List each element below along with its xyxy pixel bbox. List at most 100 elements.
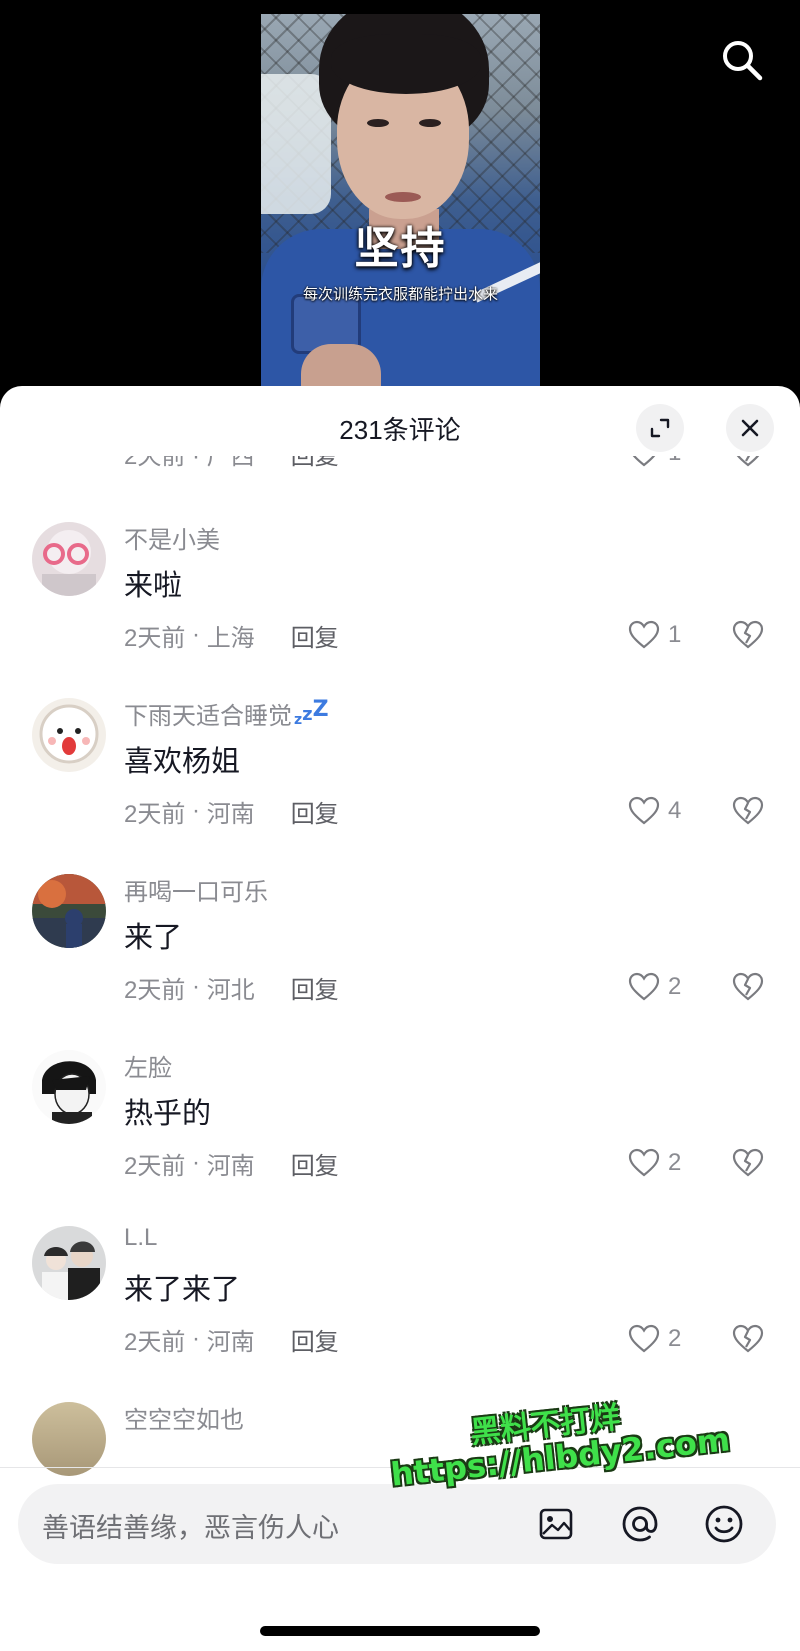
dislike-button[interactable]	[730, 618, 766, 652]
avatar[interactable]	[32, 698, 106, 772]
comment-item[interactable]: 不是小美 来啦 2天前 · 上海 回复 1	[0, 522, 800, 698]
comment-location: 河南	[206, 1152, 255, 1180]
comment-username[interactable]: 左脸	[124, 1048, 172, 1083]
broken-heart-icon	[732, 972, 764, 1001]
broken-heart-icon	[736, 456, 760, 467]
heart-outline-icon	[628, 1324, 660, 1353]
meta-separator: ·	[185, 973, 207, 1000]
comment-location: 河南	[206, 1328, 255, 1356]
avatar[interactable]	[32, 1050, 106, 1124]
comment-username[interactable]: 下雨天适合睡觉 zzZ	[124, 696, 329, 731]
image-icon	[539, 1508, 573, 1540]
search-icon	[723, 41, 763, 81]
avatar[interactable]	[32, 1226, 106, 1300]
search-button[interactable]	[718, 36, 766, 84]
mention-button[interactable]	[618, 1502, 662, 1546]
avatar[interactable]	[32, 522, 106, 596]
reply-button[interactable]: 回复	[291, 1322, 339, 1357]
dislike-button[interactable]	[730, 1322, 766, 1356]
comment-username[interactable]: 不是小美	[124, 520, 220, 555]
heart-outline-icon	[628, 620, 660, 649]
comment-item[interactable]: L.L 来了来了 2天前 · 河南 回复 2	[0, 1224, 800, 1402]
comment-meta: 2天前 · 河南 回复	[124, 794, 339, 828]
broken-heart-icon	[732, 1148, 764, 1177]
comment-time-location: 2天前 · 广西	[124, 456, 255, 470]
close-icon	[741, 419, 759, 437]
comment-meta: 2天前 · 河北 回复	[124, 970, 339, 1004]
dislike-button[interactable]	[730, 794, 766, 828]
like-button[interactable]: 2	[628, 1322, 681, 1356]
like-button[interactable]: 2	[628, 970, 681, 1004]
like-count: 2	[668, 1149, 682, 1176]
avatar[interactable]	[32, 874, 106, 948]
comment-username[interactable]: L.L	[124, 1224, 157, 1252]
dislike-button[interactable]	[730, 1146, 766, 1180]
comment-text: 来了	[124, 922, 183, 954]
comment-input-placeholder[interactable]: 善语结善缘，恶言伤人心	[42, 1506, 339, 1545]
video-eye-left	[367, 119, 389, 127]
comment-location: 河南	[206, 800, 255, 828]
comment-username-text: 下雨天适合睡觉	[124, 703, 292, 730]
heart-outline-icon	[628, 972, 660, 1001]
reply-button[interactable]: 回复	[291, 1146, 339, 1181]
emoji-button[interactable]	[702, 1502, 746, 1546]
image-button[interactable]	[534, 1502, 578, 1546]
emoji-icon	[705, 1505, 743, 1543]
reply-button[interactable]: 回复	[291, 618, 339, 653]
like-count: 4	[668, 797, 682, 824]
like-button[interactable]: 1	[628, 456, 681, 470]
broken-heart-icon	[732, 1324, 764, 1353]
video-player[interactable]: 坚持 每次训练完衣服都能拧出水来	[0, 0, 800, 400]
comment-time: 2天前	[124, 800, 186, 828]
avatar[interactable]	[32, 1402, 106, 1476]
comment-item[interactable]: 再喝一口可乐 来了 2天前 · 河北 回复 2	[0, 874, 800, 1050]
comment-text: 来啦	[124, 570, 183, 602]
video-frame: 坚持 每次训练完衣服都能拧出水来	[261, 14, 540, 400]
dislike-button[interactable]	[730, 970, 766, 1004]
meta-separator: ·	[185, 1149, 207, 1176]
comment-time: 2天前	[124, 976, 186, 1004]
comment-item[interactable]: 左脸 热乎的 2天前 · 河南 回复 2	[0, 1050, 800, 1226]
reply-button[interactable]: 回复	[291, 794, 339, 829]
video-eye-right	[419, 119, 441, 127]
comment-item[interactable]: 下雨天适合睡觉 zzZ 喜欢杨姐 2天前 · 河南 回复 4	[0, 696, 800, 874]
sleep-emoji-icon: zzZ	[294, 697, 329, 728]
video-bangs	[331, 34, 481, 94]
comment-text: 来了来了	[124, 1274, 241, 1306]
reply-button[interactable]: 回复	[291, 970, 339, 1005]
at-icon	[622, 1506, 658, 1542]
comment-username[interactable]: 再喝一口可乐	[124, 872, 268, 907]
meta-separator: ·	[185, 797, 207, 824]
meta-separator: ·	[185, 1325, 207, 1352]
comment-meta: 2天前 · 河南 回复	[124, 1322, 339, 1356]
input-divider	[0, 1467, 800, 1468]
like-button[interactable]: 1	[628, 618, 681, 652]
comment-input-bar[interactable]: 善语结善缘，恶言伤人心	[18, 1484, 776, 1564]
comment-username[interactable]: 空空空如也	[124, 1400, 244, 1435]
dislike-button[interactable]	[730, 456, 766, 470]
video-caption-title: 坚持	[354, 223, 447, 274]
home-indicator[interactable]	[260, 1626, 540, 1636]
broken-heart-icon	[732, 620, 764, 649]
comment-meta: 2天前 · 广西 回复	[124, 456, 339, 470]
like-count: 1	[668, 621, 682, 648]
broken-heart-icon	[732, 796, 764, 825]
like-count: 2	[668, 973, 682, 1000]
comment-time: 2天前	[124, 624, 186, 652]
expand-button[interactable]	[636, 404, 684, 452]
meta-separator: ·	[185, 621, 207, 648]
heart-outline-icon	[632, 456, 656, 467]
like-button[interactable]: 2	[628, 1146, 681, 1180]
comments-sheet: 231条评论 2天前 · 广西 回复 1 不是小美	[0, 386, 800, 1651]
comment-text: 热乎的	[124, 1098, 212, 1130]
comments-list[interactable]: 2天前 · 广西 回复 1 不是小美 来啦 2天前 · 上海 回复 1	[0, 456, 800, 1541]
comment-meta: 2天前 · 上海 回复	[124, 618, 339, 652]
comment-meta: 2天前 · 河南 回复	[124, 1146, 339, 1180]
reply-button[interactable]: 回复	[291, 456, 339, 471]
video-mouth	[385, 192, 421, 202]
comment-text: 喜欢杨姐	[124, 746, 241, 778]
close-button[interactable]	[726, 404, 774, 452]
comment-location: 上海	[206, 624, 255, 652]
comment-time: 2天前	[124, 1152, 186, 1180]
like-button[interactable]: 4	[628, 794, 681, 828]
